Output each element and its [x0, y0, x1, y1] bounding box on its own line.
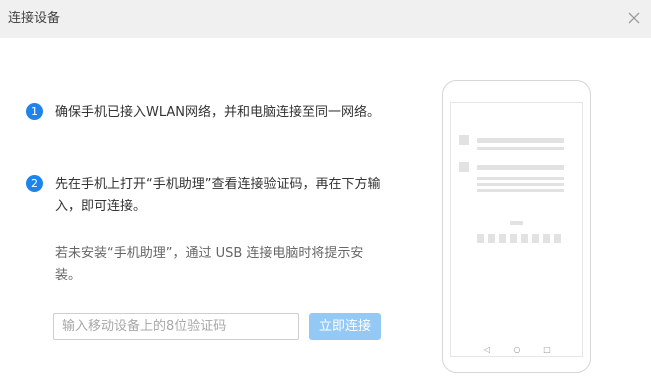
phone-recent-icon: □: [543, 345, 551, 354]
step-2-text: 先在手机上打开“手机助理”查看连接验证码，再在下方输入，即可连接。: [55, 177, 381, 214]
phone-illustration: ◁ ○ □: [442, 80, 591, 373]
step-1-text: 确保手机已接入WLAN网络，并和电脑连接至同一网络。: [55, 105, 381, 120]
connect-now-button[interactable]: 立即连接: [309, 313, 381, 340]
step-2-number-badge: 2: [26, 175, 43, 192]
close-icon[interactable]: [624, 8, 644, 28]
phone-home-icon: ○: [514, 345, 521, 354]
install-hint-text: 若未安装“手机助理”，通过 USB 连接电脑时将提示安装。: [55, 246, 364, 283]
verification-code-input[interactable]: [53, 313, 299, 340]
phone-back-icon: ◁: [483, 345, 490, 354]
step-1: 1 确保手机已接入WLAN网络，并和电脑连接至同一网络。: [26, 102, 386, 146]
dialog-title: 连接设备: [8, 11, 61, 26]
step-1-number-badge: 1: [26, 103, 43, 120]
step-2: 2 先在手机上打开“手机助理”查看连接验证码，再在下方输入，即可连接。: [26, 174, 386, 218]
dialog-titlebar: 连接设备: [0, 0, 651, 38]
